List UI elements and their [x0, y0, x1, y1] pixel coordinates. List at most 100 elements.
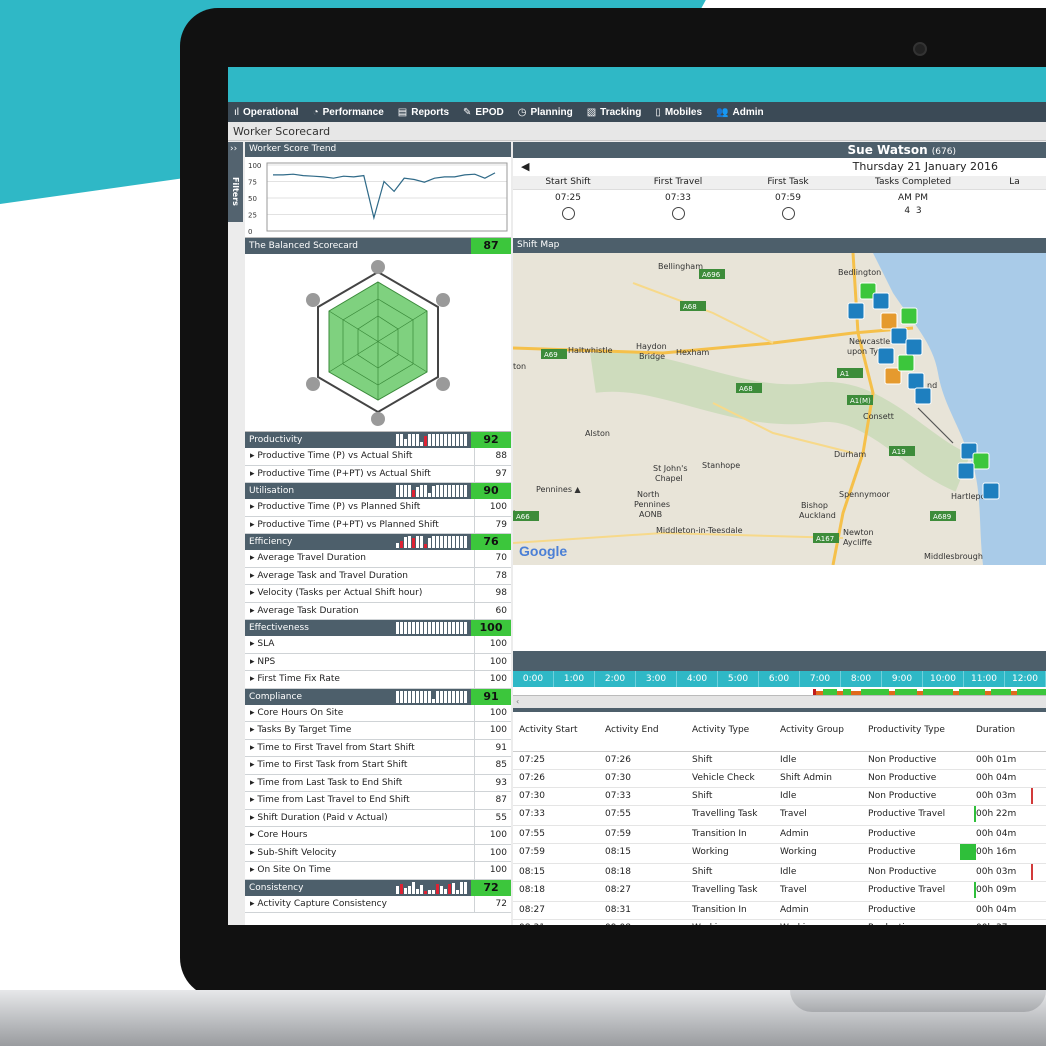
scroll-left-icon[interactable]: ‹	[513, 697, 519, 706]
map-svg[interactable]: Bellingham Bedlington Haltwhistle HaydonBri…	[513, 253, 1046, 565]
trend-y-tick: 0	[248, 228, 252, 236]
sparkline-bar	[452, 882, 455, 894]
category-header-effectiveness[interactable]: Effectiveness 100	[245, 620, 511, 636]
non-productive-marker	[1031, 788, 1033, 804]
metric-row[interactable]: ▸ First Time Fix Rate 100	[245, 671, 511, 689]
metric-row[interactable]: ▸ Time from Last Travel to End Shift 87	[245, 792, 511, 810]
cell-prod: Productive	[868, 905, 916, 915]
sparkline-bar	[460, 434, 463, 446]
column-header[interactable]: Activity Start	[513, 725, 605, 735]
first-task-radio[interactable]	[781, 207, 795, 220]
metric-row[interactable]: ▸ Activity Capture Consistency 72	[245, 895, 511, 913]
nav-item-reports[interactable]: ▤ Reports	[398, 107, 449, 118]
pm-count: 3	[915, 206, 922, 216]
cell-type: Travelling Task	[692, 809, 758, 819]
metric-row[interactable]: ▸ On Site On Time 100	[245, 862, 511, 880]
metric-value: 100	[489, 674, 507, 684]
metric-row[interactable]: ▸ Productive Time (P+PT) vs Planned Shif…	[245, 516, 511, 534]
map-activity-marker-icon	[880, 312, 898, 330]
nav-item-operational[interactable]: ıl Operational	[234, 107, 299, 118]
metric-row[interactable]: ▸ Productive Time (P+PT) vs Actual Shift…	[245, 465, 511, 483]
category-header-utilisation[interactable]: Utilisation 90	[245, 483, 511, 499]
cell-duration: 00h 03m	[976, 788, 1036, 805]
metric-row[interactable]: ▸ Time to First Task from Start Shift 85	[245, 757, 511, 775]
column-header[interactable]: Duration	[976, 725, 1036, 735]
metric-row[interactable]: ▸ NPS 100	[245, 653, 511, 671]
metric-row[interactable]: ▸ Average Travel Duration 70	[245, 550, 511, 568]
map-road-number: A66	[516, 513, 530, 521]
activity-table: Activity Start Activity End Activity Type A…	[513, 709, 1046, 925]
timeline-scrollbar[interactable]: ‹	[513, 695, 1046, 708]
category-sparkline	[396, 690, 467, 703]
sparkline-bar	[440, 434, 443, 446]
timeline-hour: 4:00	[677, 671, 718, 687]
table-row[interactable]: 07:59 08:15 Working Working Productive 00h 16…	[513, 844, 1046, 864]
prev-day-arrow-icon[interactable]: ◀	[521, 158, 529, 176]
nav-item-mobiles[interactable]: ▯ Mobiles	[655, 107, 702, 118]
metric-value: 55	[495, 812, 507, 823]
table-row[interactable]: 07:55 07:59 Transition In Admin Productive 00…	[513, 826, 1046, 844]
map-place-label: North	[637, 490, 659, 499]
sparkline-bar	[396, 434, 399, 446]
metric-label: ▸ Average Task Duration	[245, 602, 475, 619]
table-row[interactable]: 07:25 07:26 Shift Idle Non Productive 00h 01m	[513, 752, 1046, 770]
row-indicator	[962, 882, 976, 901]
nav-item-performance[interactable]: ◔ Performance	[313, 107, 384, 118]
first-travel-radio[interactable]	[671, 207, 685, 220]
table-row[interactable]: 07:33 07:55 Travelling Task Travel Productiv…	[513, 806, 1046, 826]
map-place-label: Bedlington	[838, 268, 881, 277]
table-row[interactable]: 07:26 07:30 Vehicle Check Shift Admin Non Pr…	[513, 770, 1046, 788]
category-header-productivity[interactable]: Productivity 92	[245, 432, 511, 448]
non-productive-marker	[1031, 864, 1033, 880]
map-activity-marker-icon	[900, 307, 918, 325]
category-header-consistency[interactable]: Consistency 72	[245, 879, 511, 896]
metric-row[interactable]: ▸ SLA 100	[245, 636, 511, 654]
table-row[interactable]: 08:15 08:18 Shift Idle Non Productive 00h 03m	[513, 864, 1046, 882]
category-header-compliance[interactable]: Compliance 91	[245, 688, 511, 705]
metric-row[interactable]: ▸ Shift Duration (Paid v Actual) 55	[245, 809, 511, 827]
metric-row[interactable]: ▸ Time to First Travel from Start Shift 9…	[245, 739, 511, 757]
map-place-label: Middlesbrough	[924, 552, 983, 561]
cell-start: 07:55	[519, 829, 545, 839]
nav-item-planning[interactable]: ◷ Planning	[518, 107, 573, 118]
metric-row[interactable]: ▸ Productive Time (P) vs Planned Shift 10…	[245, 499, 511, 517]
metric-label: ▸ Time from Last Travel to End Shift	[245, 792, 475, 809]
metric-row[interactable]: ▸ Velocity (Tasks per Actual Shift hour)…	[245, 585, 511, 603]
metric-row[interactable]: ▸ Sub-Shift Velocity 100	[245, 844, 511, 862]
start-shift-radio[interactable]	[561, 207, 575, 220]
metric-label: ▸ Activity Capture Consistency	[245, 895, 475, 912]
nav-item-epod[interactable]: ✎ EPOD	[463, 107, 504, 118]
table-row[interactable]: 08:3109:08WorkingWorkingProductive00h 37…	[513, 920, 1046, 925]
duration-value: 00h 16m	[976, 847, 1017, 857]
balanced-title: The Balanced Scorecard	[249, 241, 358, 251]
edit-icon: ✎	[463, 106, 472, 118]
sparkline-bar	[412, 489, 415, 497]
cell-prod: Non Productive	[868, 867, 937, 877]
metric-row[interactable]: ▸ Time from Last Task to End Shift 93	[245, 774, 511, 792]
table-row[interactable]: 08:18 08:27 Travelling Task Travel Productiv…	[513, 882, 1046, 902]
nav-item-tracking[interactable]: ▧ Tracking	[587, 107, 642, 118]
table-row[interactable]: 07:30 07:33 Shift Idle Non Productive 00h 03m	[513, 788, 1046, 806]
metric-row[interactable]: ▸ Average Task Duration 60	[245, 602, 511, 620]
metric-row[interactable]: ▸ Productive Time (P) vs Actual Shift 88	[245, 448, 511, 466]
metric-row[interactable]: ▸ Average Task and Travel Duration 78	[245, 567, 511, 585]
map-activity-marker-icon	[877, 347, 895, 365]
shift-map[interactable]: Bellingham Bedlington Haltwhistle Haydon Bri…	[513, 253, 1046, 565]
table-row[interactable]: 08:27 08:31 Transition In Admin Productive 00…	[513, 902, 1046, 920]
metric-row[interactable]: ▸ Core Hours On Site 100	[245, 704, 511, 722]
column-header[interactable]: Productivity Type	[868, 725, 962, 735]
column-header[interactable]: Activity Type	[692, 725, 780, 735]
map-place-label: Auckland	[799, 511, 836, 520]
sparkline-bar	[428, 622, 431, 634]
sparkline-bar	[408, 536, 411, 548]
sparkline-bar	[400, 690, 403, 703]
worker-name-bar: Sue Watson (676)	[513, 142, 1046, 158]
category-header-efficiency[interactable]: Efficiency 76	[245, 534, 511, 550]
nav-item-admin[interactable]: 👥 Admin	[716, 107, 764, 118]
filters-toggle[interactable]: ›› Filters	[228, 142, 243, 222]
column-header[interactable]: Activity End	[605, 725, 692, 735]
metric-row[interactable]: ▸ Tasks By Target Time 100	[245, 722, 511, 740]
metric-label: ▸ Sub-Shift Velocity	[245, 844, 475, 861]
metric-row[interactable]: ▸ Core Hours 100	[245, 827, 511, 845]
column-header[interactable]: Activity Group	[780, 725, 868, 735]
